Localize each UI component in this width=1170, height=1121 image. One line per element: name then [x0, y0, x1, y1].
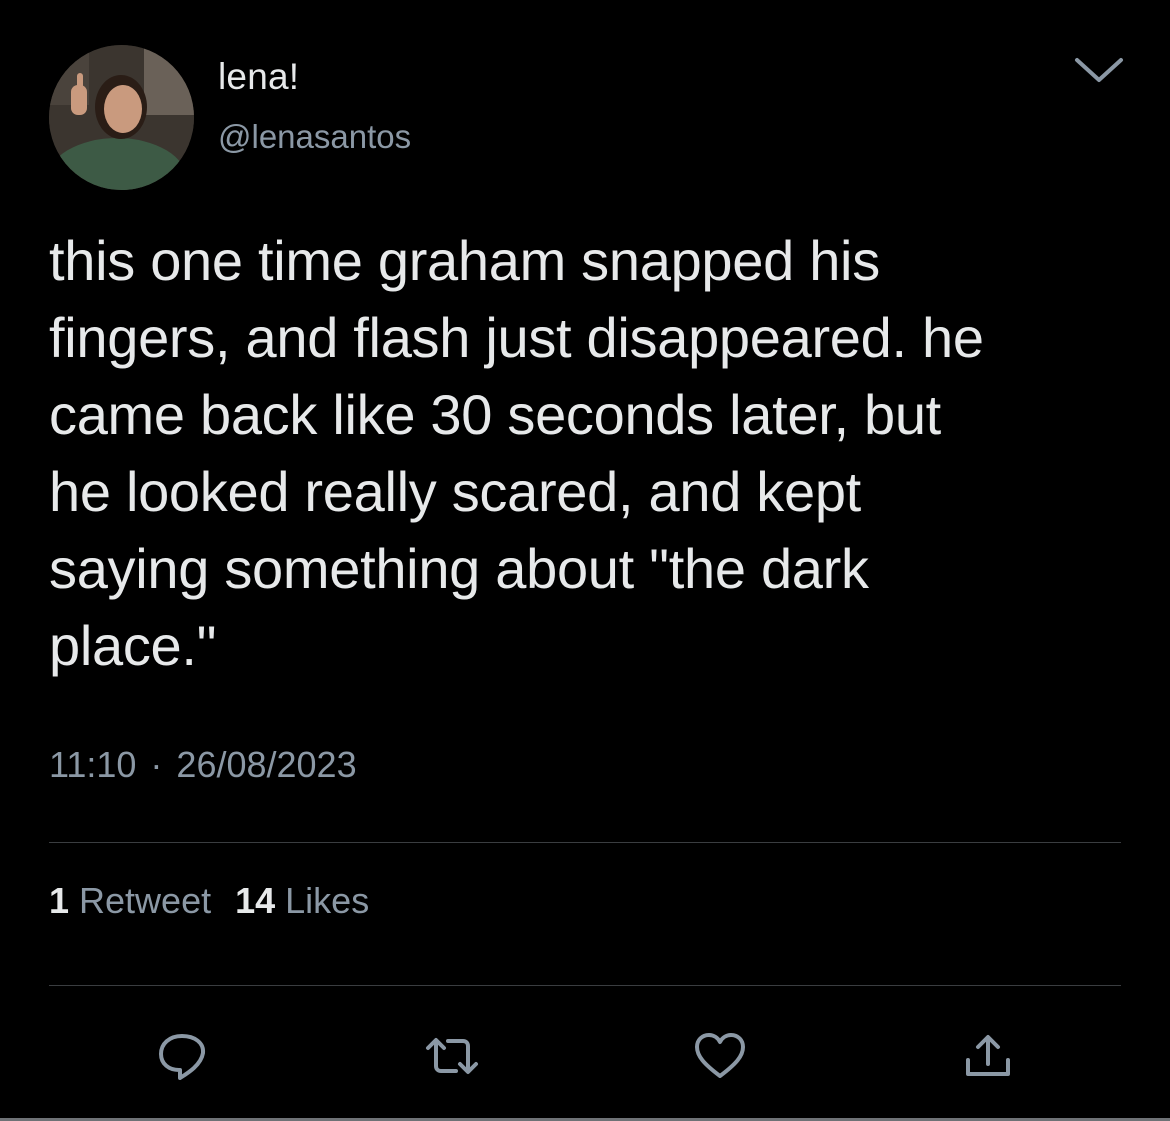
- avatar[interactable]: [49, 45, 194, 190]
- tweet-timestamp[interactable]: 11:10 · 26/08/2023: [49, 744, 357, 786]
- chevron-down-icon[interactable]: [1073, 52, 1125, 88]
- retweets-count: 1: [49, 880, 70, 921]
- user-handle[interactable]: @lenasantos: [218, 118, 411, 156]
- heart-icon[interactable]: [692, 1028, 748, 1084]
- display-name[interactable]: lena!: [218, 56, 299, 98]
- retweets-label: Retweet: [79, 880, 212, 921]
- avatar-photo: [49, 45, 194, 190]
- tweet-text: this one time graham snapped his fingers…: [49, 229, 984, 677]
- timestamp-separator: ·: [150, 744, 163, 785]
- likes-stat[interactable]: 14 Likes: [235, 880, 369, 922]
- share-icon[interactable]: [960, 1028, 1016, 1084]
- likes-label: Likes: [285, 880, 370, 921]
- divider: [49, 842, 1121, 843]
- retweets-stat[interactable]: 1 Retweet: [49, 880, 211, 922]
- tweet-date: 26/08/2023: [176, 744, 357, 785]
- divider: [49, 985, 1121, 986]
- tweet-detail: lena! @lenasantos this one time graham s…: [0, 0, 1170, 1121]
- reply-icon[interactable]: [154, 1028, 210, 1084]
- retweet-icon[interactable]: [424, 1028, 480, 1084]
- tweet-time: 11:10: [49, 744, 137, 785]
- likes-count: 14: [235, 880, 276, 921]
- tweet-stats: 1 Retweet 14 Likes: [49, 880, 393, 922]
